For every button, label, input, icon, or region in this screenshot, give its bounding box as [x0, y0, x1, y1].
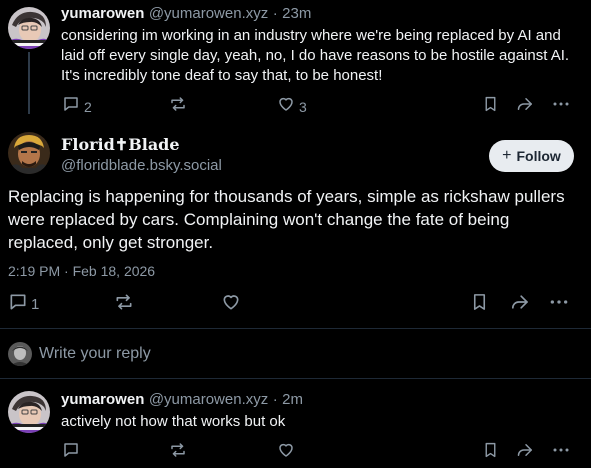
author-name[interactable]: Florid✝Blade: [61, 135, 180, 154]
share-button[interactable]: [515, 441, 534, 464]
reply-composer[interactable]: Write your reply: [0, 329, 591, 378]
post-text: Replacing is happening for thousands of …: [8, 187, 565, 252]
repost-button[interactable]: [169, 95, 187, 118]
divider: [0, 378, 591, 379]
avatar[interactable]: [8, 7, 50, 49]
like-icon: [221, 295, 241, 316]
repost-icon: [169, 97, 187, 117]
avatar[interactable]: [8, 391, 50, 433]
author-handle[interactable]: @floridblade.bsky.social: [61, 157, 222, 174]
repost-button[interactable]: [114, 292, 134, 317]
post-header: yumarowen @yumarowen.xyz · 23m: [61, 5, 311, 23]
more-icon: [552, 446, 570, 463]
time-ago[interactable]: 2m: [282, 391, 303, 408]
separator: ·: [272, 5, 278, 22]
bookmark-button[interactable]: [482, 95, 499, 118]
more-button[interactable]: [552, 441, 570, 464]
follow-label: Follow: [516, 148, 561, 164]
avatar[interactable]: [8, 132, 50, 174]
thread-line: [28, 52, 30, 114]
follow-button[interactable]: + Follow: [489, 140, 574, 172]
more-icon: [549, 299, 569, 316]
post-text: actively not how that works but ok: [61, 413, 286, 430]
author-handle[interactable]: @yumarowen.xyz: [149, 391, 268, 408]
reply-icon: [62, 443, 80, 463]
post-timestamp[interactable]: 2:19 PM · Feb 18, 2026: [8, 263, 155, 279]
time-ago[interactable]: 23m: [282, 5, 311, 22]
author-name[interactable]: yumarowen: [61, 5, 144, 22]
repost-button[interactable]: [169, 441, 187, 464]
reply-button[interactable]: 2: [62, 95, 92, 118]
reply-button[interactable]: 1: [8, 292, 39, 317]
post-text: considering im working in an industry wh…: [61, 27, 570, 84]
bookmark-button[interactable]: [482, 441, 499, 464]
reply-count: 1: [31, 296, 40, 313]
share-icon: [515, 444, 534, 463]
more-button[interactable]: [552, 95, 570, 118]
reply-count: 2: [84, 98, 92, 115]
like-icon: [277, 95, 295, 118]
bookmark-icon: [470, 294, 489, 316]
more-button[interactable]: [549, 292, 569, 317]
bookmark-icon: [482, 442, 499, 463]
repost-icon: [114, 294, 134, 316]
plus-icon: +: [502, 147, 512, 164]
author-name[interactable]: yumarowen: [61, 391, 144, 408]
reply-placeholder[interactable]: Write your reply: [39, 345, 151, 363]
like-button[interactable]: [221, 292, 241, 317]
bookmark-button[interactable]: [470, 292, 489, 317]
my-avatar: [8, 342, 32, 366]
share-icon: [515, 98, 534, 117]
post-header: yumarowen @yumarowen.xyz · 2m: [61, 391, 303, 409]
repost-icon: [169, 443, 187, 463]
reply-icon: [62, 95, 80, 118]
reply-icon: [8, 292, 28, 317]
share-button[interactable]: [515, 95, 534, 118]
like-button[interactable]: 3: [277, 95, 307, 118]
like-count: 3: [299, 98, 307, 115]
bookmark-icon: [482, 96, 499, 117]
separator: ·: [272, 391, 278, 408]
share-icon: [509, 295, 530, 316]
like-icon: [277, 443, 295, 463]
like-button[interactable]: [277, 441, 295, 464]
more-icon: [552, 100, 570, 117]
author-handle[interactable]: @yumarowen.xyz: [149, 5, 268, 22]
reply-button[interactable]: [62, 441, 80, 464]
share-button[interactable]: [509, 292, 530, 317]
